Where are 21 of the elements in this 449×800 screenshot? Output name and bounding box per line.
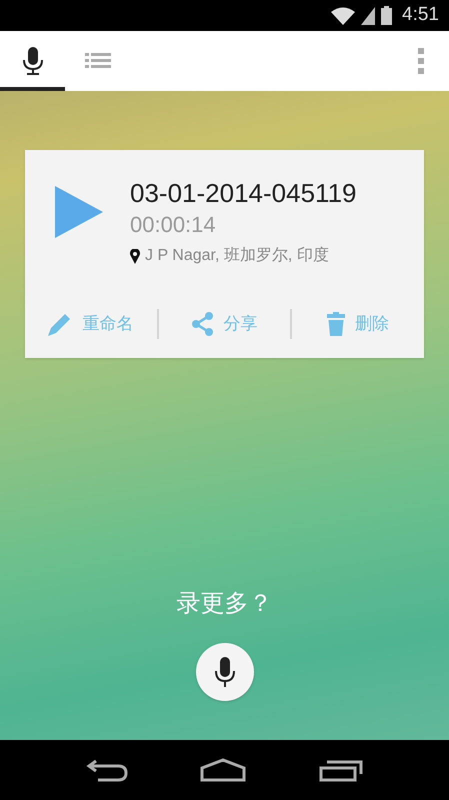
list-icon bbox=[84, 52, 110, 70]
recent-apps-icon[interactable] bbox=[318, 758, 363, 782]
signal-icon bbox=[361, 6, 376, 24]
recording-location: J P Nagar, 班加罗尔, 印度 bbox=[145, 246, 329, 266]
status-time: 4:51 bbox=[402, 3, 439, 28]
wifi-icon bbox=[331, 6, 356, 24]
microphone-icon bbox=[22, 47, 42, 75]
recording-duration: 00:00:14 bbox=[130, 211, 217, 239]
recording-title: 03-01-2014-045119 bbox=[130, 178, 356, 208]
delete-button[interactable]: 删除 bbox=[292, 304, 424, 344]
battery-icon bbox=[381, 6, 392, 25]
home-icon[interactable] bbox=[200, 758, 246, 782]
record-more-prompt: 录更多？ bbox=[176, 590, 272, 618]
location-pin-icon bbox=[130, 248, 140, 264]
back-icon[interactable] bbox=[86, 758, 128, 782]
rename-button[interactable]: 重命名 bbox=[25, 304, 157, 344]
share-icon bbox=[192, 312, 214, 336]
share-button[interactable]: 分享 bbox=[158, 304, 290, 344]
microphone-icon bbox=[214, 657, 236, 687]
trash-icon bbox=[327, 312, 346, 336]
pencil-icon bbox=[48, 312, 72, 336]
